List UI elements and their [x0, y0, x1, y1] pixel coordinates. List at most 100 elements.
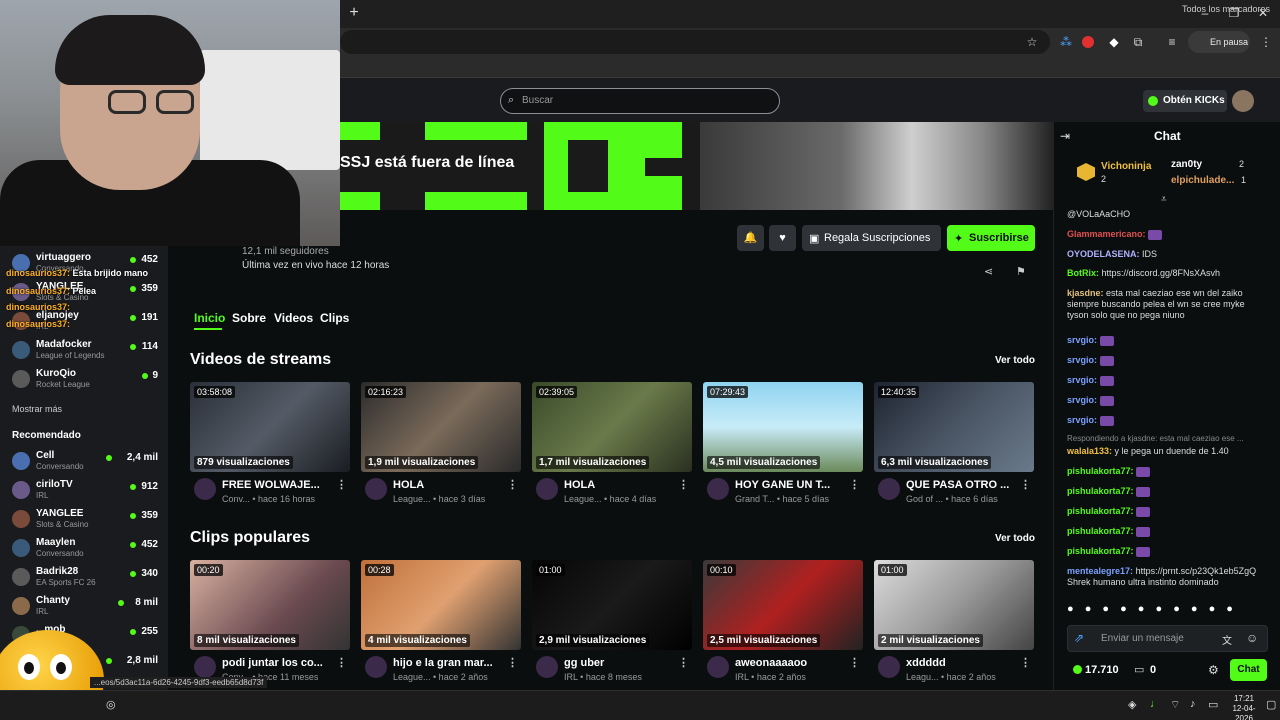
chat-username[interactable]: pishulakorta77: [1067, 486, 1134, 496]
tab-clips[interactable]: Clips [320, 311, 349, 325]
video-thumbnail[interactable]: 02:39:05 1,7 mil visualizaciones [532, 382, 692, 472]
gift-subs-button[interactable]: Regala Suscripciones [802, 225, 941, 251]
channel-avatar[interactable] [878, 478, 900, 500]
all-bookmarks-link[interactable]: Todos los marcadores [1182, 4, 1270, 14]
tab-sobre[interactable]: Sobre [232, 311, 266, 325]
app-icon[interactable]: ◎ [106, 698, 116, 711]
chat-message[interactable]: pishulakorta77: [1067, 526, 1267, 537]
chat-username[interactable]: pishulakorta77: [1067, 466, 1134, 476]
chat-username[interactable]: srvgio: [1067, 375, 1097, 385]
chat-message[interactable]: pishulakorta77: [1067, 546, 1267, 557]
user-avatar[interactable] [1232, 90, 1254, 112]
video-title[interactable]: HOY GANE UN T... [735, 479, 830, 491]
videos-see-all-link[interactable]: Ver todo [995, 355, 1035, 366]
chat-message[interactable]: srvgio: [1067, 415, 1267, 426]
chat-username[interactable]: pishulakorta77: [1067, 526, 1134, 536]
clip-title[interactable]: gg uber [564, 657, 604, 669]
more-options-icon[interactable]: ⋮ [849, 656, 860, 669]
video-thumbnail[interactable]: 07:29:43 4,5 mil visualizaciones [703, 382, 863, 472]
share-icon[interactable]: ⋖ [984, 265, 993, 278]
bookmark-star-icon[interactable]: ☆ [1024, 34, 1040, 50]
chat-message[interactable]: walala133: y le pega un duende de 1.40 [1067, 446, 1267, 457]
chat-username[interactable]: kjasdne: [1067, 288, 1104, 298]
leader-name[interactable]: zan0ty [1171, 159, 1202, 170]
more-options-icon[interactable]: ⋮ [507, 656, 518, 669]
chat-message[interactable]: mentealegre17: https://prnt.sc/p23Qk1eb5… [1067, 566, 1267, 588]
new-tab-button[interactable]: + [346, 5, 362, 21]
chat-username[interactable]: pishulakorta77: [1067, 506, 1134, 516]
chat-message[interactable]: OYODELASENA: IDS [1067, 249, 1267, 260]
more-options-icon[interactable]: ⋮ [507, 478, 518, 491]
chat-message[interactable]: Glammamericano: [1067, 229, 1267, 240]
sidebar-channel[interactable]: Badrik28 EA Sports FC 26 340 [12, 566, 162, 592]
sidebar-channel[interactable]: YANGLEE Slots & Casino 359 [12, 508, 162, 534]
chat-message[interactable]: srvgio: [1067, 335, 1267, 346]
chat-message[interactable]: kjasdne: esta mal caeziao ese wn del zai… [1067, 288, 1267, 321]
record-extension-icon[interactable] [1082, 36, 1094, 48]
emote-bar[interactable]: ● ● ● ● ● ● ● ● ● ● [1067, 603, 1237, 615]
chat-username[interactable]: srvgio: [1067, 395, 1097, 405]
discord-tray-icon[interactable]: ◈ [1128, 698, 1136, 711]
chat-message[interactable]: srvgio: [1067, 375, 1267, 386]
clock[interactable]: 17:21 12-04-2026 [1226, 694, 1262, 720]
profile-paused-pill[interactable]: En pausa [1188, 31, 1250, 53]
notification-bell-button[interactable]: 🔔 [737, 225, 764, 251]
chat-message[interactable]: pishulakorta77: [1067, 486, 1267, 497]
clip-title[interactable]: aweonaaaaoo [735, 657, 807, 669]
channel-avatar[interactable] [878, 656, 900, 678]
tab-videos[interactable]: Videos [274, 311, 313, 325]
chat-message[interactable]: pishulakorta77: [1067, 506, 1267, 517]
more-options-icon[interactable]: ⋮ [336, 478, 347, 491]
clip-title[interactable]: hijo e la gran mar... [393, 657, 493, 669]
chat-username[interactable]: srvgio: [1067, 355, 1097, 365]
chat-message[interactable]: Respondiendo a kjasdne: esta mal caeziao… [1067, 433, 1267, 444]
channel-avatar[interactable] [365, 478, 387, 500]
chat-message[interactable]: srvgio: [1067, 355, 1267, 366]
chat-message[interactable]: pishulakorta77: [1067, 466, 1267, 477]
sidebar-channel[interactable]: KuroQio Rocket League 9 [12, 368, 162, 394]
collapse-chat-icon[interactable]: ⇥ [1060, 129, 1070, 143]
channel-avatar[interactable] [194, 478, 216, 500]
channel-avatar[interactable] [536, 656, 558, 678]
video-thumbnail[interactable]: 02:16:23 1,9 mil visualizaciones [361, 382, 521, 472]
puzzle-extensions-icon[interactable]: ⧉ [1130, 34, 1146, 50]
clip-thumbnail[interactable]: 00:28 4 mil visualizaciones [361, 560, 521, 650]
clip-title[interactable]: podi juntar los co... [222, 657, 323, 669]
wifi-tray-icon[interactable]: ⌔ [1170, 698, 1180, 712]
chat-username[interactable]: Glammamericano: [1067, 229, 1146, 239]
clip-thumbnail[interactable]: 01:00 2 mil visualizaciones [874, 560, 1034, 650]
chat-username[interactable]: mentealegre17: [1067, 566, 1133, 576]
chat-message[interactable]: @VOLaAaCHO [1067, 209, 1267, 220]
battery-tray-icon[interactable]: ▭ [1208, 698, 1218, 711]
clip-thumbnail[interactable]: 01:00 2,9 mil visualizaciones [532, 560, 692, 650]
clips-see-all-link[interactable]: Ver todo [995, 533, 1035, 544]
video-thumbnail[interactable]: 03:58:08 879 visualizaciones [190, 382, 350, 472]
address-bar[interactable] [340, 30, 1050, 54]
chat-username[interactable]: srvgio: [1067, 335, 1097, 345]
chat-message[interactable]: srvgio: [1067, 395, 1267, 406]
leader-name[interactable]: Vichoninja [1101, 161, 1151, 172]
tab-inicio[interactable]: Inicio [194, 311, 225, 325]
chat-extension-icon[interactable]: ⇗ [1074, 631, 1084, 645]
reading-list-icon[interactable]: ≡ [1164, 34, 1180, 50]
report-user-icon[interactable]: ⚑ [1016, 265, 1026, 278]
channel-avatar[interactable] [194, 656, 216, 678]
leader-name[interactable]: elpichulade... [1171, 175, 1234, 186]
emoji-picker-icon[interactable]: ☺ [1246, 631, 1258, 645]
channel-avatar[interactable] [536, 478, 558, 500]
video-title[interactable]: FREE WOLWAJE... [222, 479, 320, 491]
browser-menu-icon[interactable]: ⋮ [1258, 34, 1274, 50]
volume-tray-icon[interactable]: ♪ [1190, 698, 1196, 710]
sidebar-channel[interactable]: Madafocker League of Legends 114 [12, 339, 162, 365]
chat-message[interactable]: BotRix: https://discord.gg/8FNsXAsvh [1067, 268, 1267, 279]
sidebar-channel[interactable]: Cell Conversando 2,4 mil [12, 450, 162, 476]
channel-avatar[interactable] [707, 478, 729, 500]
notifications-icon[interactable]: ▢ [1266, 698, 1276, 711]
video-title[interactable]: HOLA [393, 479, 424, 491]
translate-extension-icon[interactable]: ⁂ [1058, 34, 1074, 50]
sidebar-channel[interactable]: Chanty IRL 8 mil [12, 595, 162, 621]
more-options-icon[interactable]: ⋮ [849, 478, 860, 491]
chat-username[interactable]: pishulakorta77: [1067, 546, 1134, 556]
channel-avatar[interactable] [365, 656, 387, 678]
video-title[interactable]: HOLA [564, 479, 595, 491]
